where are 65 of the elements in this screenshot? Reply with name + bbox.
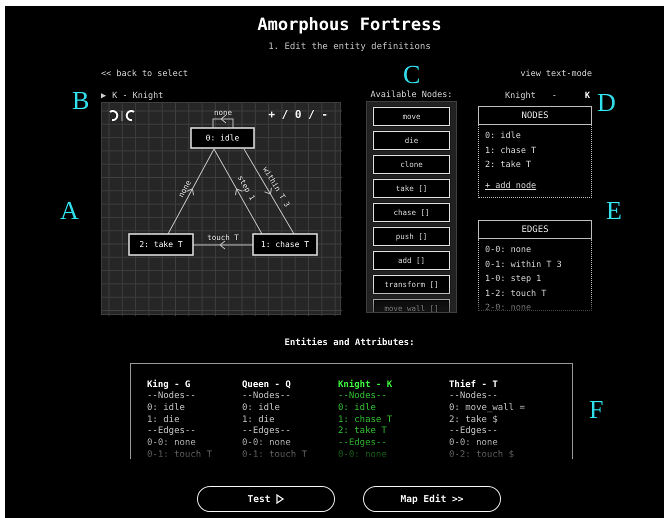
expand-toggle[interactable]: ▶ <box>101 90 106 100</box>
play-icon <box>276 494 284 504</box>
entity-name[interactable]: Queen - Q <box>242 379 338 391</box>
view-mode-link[interactable]: view text-mode <box>520 69 592 79</box>
app-title: Amorphous Fortress <box>256 15 443 35</box>
entity-line: 0-0: none <box>338 450 388 459</box>
annotation-letter: C <box>403 62 420 88</box>
entity-line: 1: chase T <box>338 414 394 426</box>
entity-line: --Edges-- <box>242 426 292 438</box>
redo-icon[interactable] <box>126 110 134 121</box>
entity-line: --Edges-- <box>147 426 197 438</box>
entity-name-field: Knight <box>505 90 536 100</box>
list-item[interactable]: 0-1: within T 3 <box>485 258 585 272</box>
entity-line: 0-0: none <box>449 438 499 450</box>
entity-name[interactable]: Knight - K <box>338 379 449 391</box>
panel-header: EDGES <box>478 220 592 239</box>
entity-line: --Nodes-- <box>338 391 388 403</box>
list-item[interactable]: 1-0: step 1 <box>485 272 585 286</box>
entity-line: 0-0: none <box>242 438 292 450</box>
entity-name[interactable]: Thief - T <box>449 379 572 391</box>
zoom-controls[interactable]: + / 0 / - <box>268 108 328 121</box>
palette-title: Available Nodes: <box>370 89 454 102</box>
annotation-letter: A <box>60 198 79 224</box>
annotation-letter: E <box>606 198 622 224</box>
back-link[interactable]: << back to select <box>101 69 345 79</box>
list-item[interactable]: 0-0: none <box>485 243 585 258</box>
entity-line: 0-2: touch $ <box>449 450 516 459</box>
separator-text: - <box>552 90 557 100</box>
undo-icon[interactable] <box>110 110 118 121</box>
entity-line: --Edges-- <box>338 438 388 450</box>
panel-header: NODES <box>478 106 592 125</box>
test-button[interactable]: Test <box>197 486 335 512</box>
entity-line: --Edges-- <box>449 426 499 438</box>
map-edit-button[interactable]: Map Edit >> <box>363 486 501 512</box>
graph-node[interactable]: 1: chase T <box>252 233 318 256</box>
entity-line: 1: die <box>242 414 276 426</box>
add-node-link[interactable]: + add node <box>485 178 536 193</box>
list-item[interactable]: 0: idle <box>485 129 585 144</box>
entity-line: 2: take $ <box>449 414 499 426</box>
entity-selector[interactable]: K - Knight <box>112 90 164 100</box>
entity-line: --Nodes-- <box>449 391 499 403</box>
entity-line: 0: idle <box>147 402 186 415</box>
entity-char: K <box>584 90 590 100</box>
graph-node[interactable]: 0: idle <box>190 127 255 149</box>
entity-line: 0-1: touch T <box>242 450 308 459</box>
entity-line: 0-1: touch T <box>147 450 214 459</box>
entity-line: --Nodes-- <box>242 391 292 403</box>
list-item[interactable]: 1: chase T <box>485 144 585 158</box>
subtitle: 1. Edit the entity definitions <box>267 42 432 53</box>
list-item[interactable]: 1-2: touch T <box>485 286 585 301</box>
entity-line: --Nodes-- <box>147 391 197 403</box>
section-title: Entities and Attributes: <box>283 338 416 350</box>
entity-line: 0: idle <box>338 402 377 415</box>
graph-node[interactable]: 2: take T <box>128 233 194 256</box>
entity-line: 0: idle <box>242 402 281 415</box>
list-item[interactable]: 2-0: none <box>485 301 585 310</box>
entity-line: 0: move_wall = <box>449 402 526 415</box>
annotation-letter: B <box>72 88 90 114</box>
annotation-letter: F <box>589 397 604 423</box>
entity-line: 2: take T <box>338 426 388 438</box>
entity-name[interactable]: King - G <box>147 379 242 391</box>
annotation-letter: D <box>597 90 616 116</box>
entity-line: 0-0: none <box>147 438 197 450</box>
list-item[interactable]: 2: take T <box>485 158 585 172</box>
entity-line: 1: die <box>147 414 181 426</box>
